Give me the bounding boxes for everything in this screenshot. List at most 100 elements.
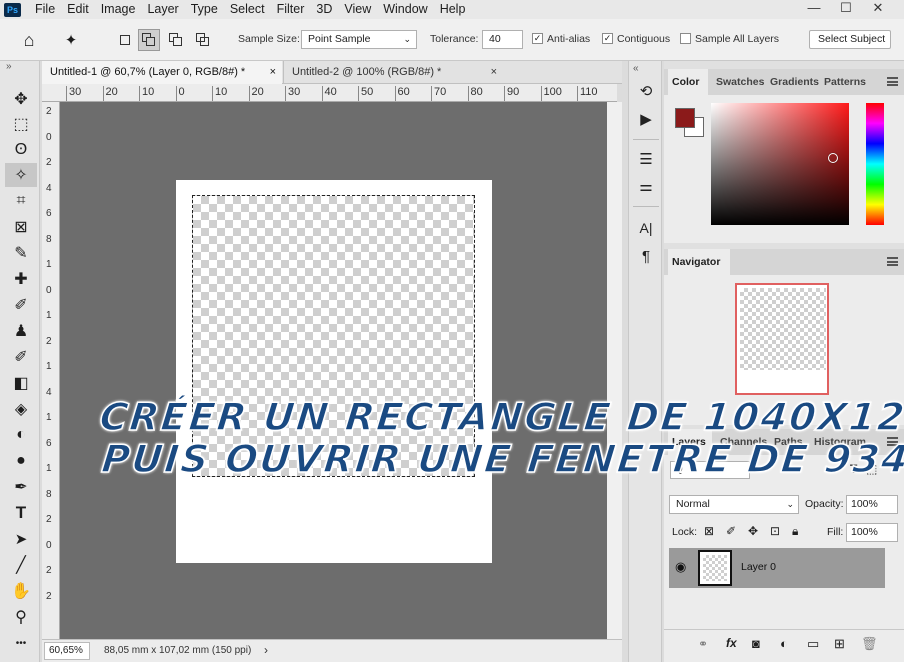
menu-view[interactable]: View (338, 0, 377, 19)
marquee-tool-icon[interactable]: ⬚ (8, 112, 34, 136)
photoshop-logo-icon[interactable]: Ps (4, 2, 21, 17)
menu-type[interactable]: Type (185, 0, 224, 19)
close-window-button[interactable]: ✕ (864, 0, 892, 15)
home-icon[interactable]: ⌂ (18, 29, 40, 51)
caption-line-2: PUIS OUVRIR UNE FENETRE DE 934 PX (99, 436, 904, 482)
line-tool-icon[interactable]: ╱ (8, 553, 34, 577)
lock-artboard-icon[interactable]: ⊡ (770, 524, 780, 538)
fx-icon[interactable]: fx (726, 636, 737, 650)
menu-3d[interactable]: 3D (310, 0, 338, 19)
chevron-down-icon: ⌄ (403, 34, 411, 44)
more-tools-icon[interactable]: ••• (8, 631, 34, 655)
vertical-scrollbar[interactable] (607, 102, 622, 639)
menu-file[interactable]: File (29, 0, 61, 19)
paragraph-panel-icon[interactable]: ¶ (636, 246, 656, 266)
path-selection-tool-icon[interactable]: ➤ (8, 527, 34, 551)
tab-navigator[interactable]: Navigator (668, 249, 730, 275)
ruler-tick-label: 10 (212, 86, 227, 101)
intersect-selection-icon[interactable] (192, 29, 214, 51)
history-panel-icon[interactable]: ⟲ (636, 81, 656, 101)
pen-tool-icon[interactable]: ✒ (8, 475, 34, 499)
blur-tool-icon[interactable]: ◐ (8, 423, 34, 447)
minimize-button[interactable]: — (800, 0, 828, 15)
actions-play-icon[interactable]: ▶ (636, 109, 656, 129)
collapse-dock-icon[interactable]: « (633, 63, 639, 74)
new-layer-icon[interactable]: ⊞ (834, 636, 845, 652)
contiguous-checkbox[interactable]: ✓ (602, 33, 613, 44)
adjustments-icon[interactable]: ⚌ (636, 176, 656, 196)
tab-untitled-1[interactable]: Untitled-1 @ 60,7% (Layer 0, RGB/8#) * × (42, 61, 282, 84)
tab-untitled-2[interactable]: Untitled-2 @ 100% (RGB/8#) * × (283, 61, 503, 84)
link-layers-icon[interactable]: ⚭ (698, 637, 708, 651)
clone-stamp-tool-icon[interactable]: ♟ (8, 319, 34, 343)
frame-tool-icon[interactable]: ⊠ (8, 215, 34, 239)
menu-filter[interactable]: Filter (271, 0, 311, 19)
blend-mode-select[interactable]: Normal ⌄ (669, 495, 799, 514)
brush-tool-icon[interactable]: ✐ (8, 293, 34, 317)
anti-alias-checkbox[interactable]: ✓ (532, 33, 543, 44)
hue-slider[interactable] (866, 103, 884, 225)
ruler-tick-label: 70 (431, 86, 446, 101)
tab-swatches[interactable]: Swatches (712, 69, 768, 95)
add-to-selection-icon[interactable] (138, 29, 160, 51)
move-tool-icon[interactable]: ✥ (8, 87, 34, 111)
panel-menu-icon[interactable] (887, 77, 898, 86)
new-group-icon[interactable]: ▭ (807, 636, 819, 652)
lock-image-pixels-icon[interactable]: ✐ (726, 524, 736, 538)
lock-all-icon[interactable]: 🔒︎ (792, 524, 798, 539)
menu-help[interactable]: Help (434, 0, 472, 19)
opacity-input[interactable]: 100% (846, 495, 898, 514)
color-picker-handle[interactable] (828, 153, 838, 163)
foreground-color-swatch[interactable] (675, 108, 695, 128)
menu-image[interactable]: Image (95, 0, 142, 19)
menu-window[interactable]: Window (377, 0, 433, 19)
crop-tool-icon[interactable]: ⌗ (8, 189, 34, 213)
lock-transparent-pixels-icon[interactable]: ⊠ (704, 524, 714, 538)
menu-select[interactable]: Select (224, 0, 271, 19)
dodge-tool-icon[interactable]: ● (8, 449, 34, 473)
eye-icon[interactable]: ◉ (675, 559, 686, 575)
status-menu-arrow-icon[interactable]: › (264, 643, 268, 657)
menu-layer[interactable]: Layer (141, 0, 184, 19)
collapse-toolbar-icon[interactable]: » (6, 61, 12, 72)
tab-patterns[interactable]: Patterns (820, 69, 870, 95)
fill-input[interactable]: 100% (846, 523, 898, 542)
adjustment-layer-icon[interactable]: ◐ (780, 636, 788, 651)
lasso-tool-icon[interactable]: ʘ (8, 138, 34, 162)
sample-all-layers-checkbox[interactable] (680, 33, 691, 44)
ruler-tick-label: 90 (504, 86, 519, 101)
sample-size-select[interactable]: Point Sample ⌄ (301, 30, 417, 49)
menu-edit[interactable]: Edit (61, 0, 95, 19)
history-brush-tool-icon[interactable]: ✐ (8, 345, 34, 369)
lock-position-icon[interactable]: ✥ (748, 524, 758, 538)
add-mask-icon[interactable]: ◙ (752, 636, 760, 651)
color-field[interactable] (711, 103, 849, 225)
close-icon[interactable]: × (270, 61, 276, 84)
eraser-tool-icon[interactable]: ◧ (8, 371, 34, 395)
eyedropper-tool-icon[interactable]: ✎ (8, 241, 34, 265)
layer-row[interactable]: ◉ Layer 0 (669, 548, 885, 588)
tolerance-input[interactable]: 40 (482, 30, 523, 49)
close-icon[interactable]: × (491, 61, 497, 84)
character-panel-icon[interactable]: A| (636, 218, 656, 238)
hand-tool-icon[interactable]: ✋ (8, 579, 34, 603)
type-tool-icon[interactable]: T (8, 501, 34, 525)
select-subject-button[interactable]: Select Subject (809, 30, 891, 49)
delete-layer-icon[interactable]: 🗑︎ (861, 636, 878, 652)
overlay-caption: CRÉER UN RECTANGLE DE 1040X1264 PX PUIS … (97, 394, 904, 482)
layer-name[interactable]: Layer 0 (741, 561, 776, 573)
tab-color[interactable]: Color (668, 69, 708, 95)
paint-bucket-tool-icon[interactable]: ◈ (8, 397, 34, 421)
magic-wand-tool-icon[interactable]: ✧ (5, 163, 37, 187)
magic-wand-preset-icon[interactable]: ✦ (60, 29, 82, 51)
zoom-level-field[interactable]: 60,65% (44, 642, 90, 660)
healing-brush-tool-icon[interactable]: ✚ (8, 267, 34, 291)
maximize-button[interactable]: ☐ (832, 0, 860, 15)
panel-menu-icon[interactable] (887, 257, 898, 266)
tab-gradients[interactable]: Gradients (766, 69, 823, 95)
brush-settings-icon[interactable]: ☰ (636, 149, 656, 169)
navigator-preview[interactable] (735, 283, 829, 395)
new-selection-icon[interactable] (114, 29, 136, 51)
subtract-from-selection-icon[interactable] (165, 29, 187, 51)
zoom-tool-icon[interactable]: ⚲ (8, 605, 34, 629)
